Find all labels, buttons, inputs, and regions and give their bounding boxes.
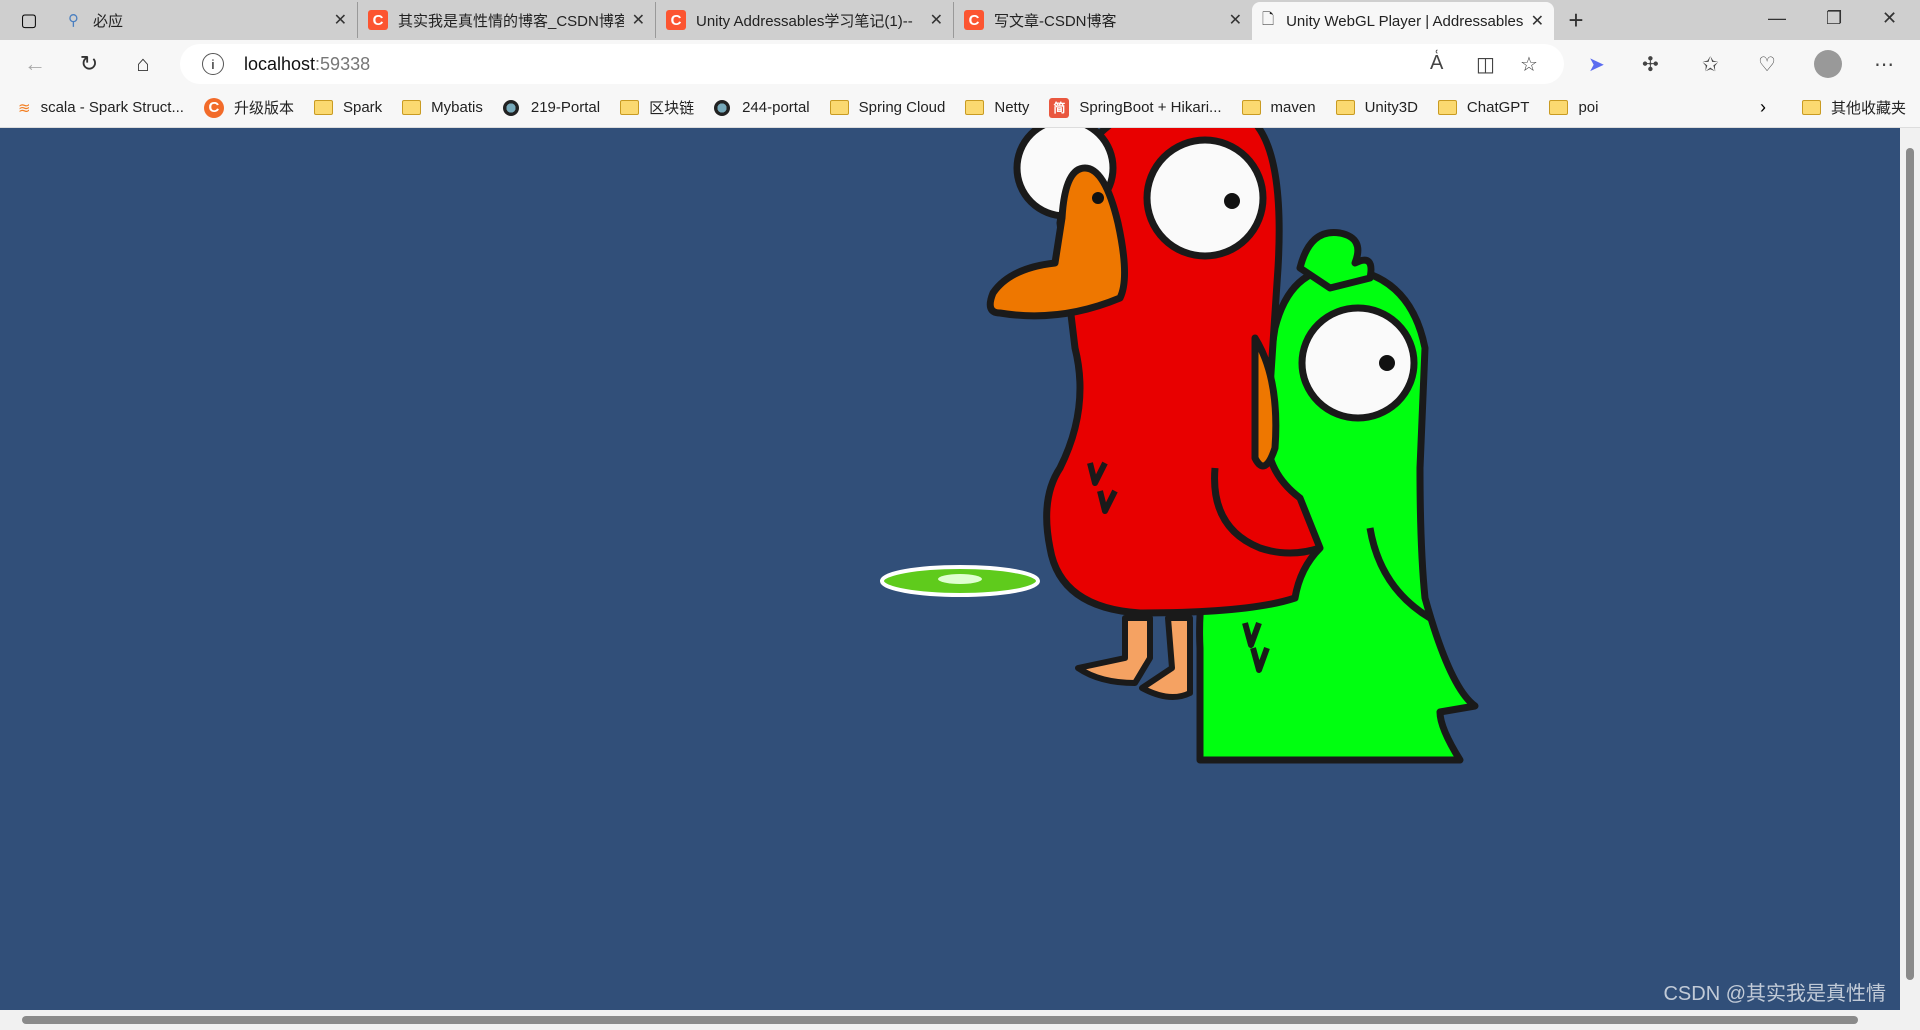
favorites-icon[interactable]: ✩ [1702, 52, 1719, 77]
folder-icon [829, 100, 849, 115]
home-button[interactable]: ⌂ [116, 51, 170, 77]
csdn-icon: C [964, 10, 984, 30]
page-icon: 🗋 [1262, 10, 1275, 28]
vertical-scrollbar[interactable] [1900, 128, 1920, 1010]
folder-icon [1437, 100, 1457, 115]
bookmark-item[interactable]: Mybatis [402, 99, 483, 116]
search-icon: ⚲ [68, 12, 79, 29]
close-icon[interactable]: ✕ [930, 10, 943, 30]
csdn-icon: C [203, 97, 224, 118]
folder-icon [1335, 100, 1355, 115]
bmw-icon [714, 99, 731, 116]
tab-csdn-blog[interactable]: C 其实我是真性情的博客_CSDN博客 ✕ [358, 2, 656, 38]
csdn-icon: C [666, 10, 686, 30]
extensions-icon[interactable]: ✣ [1642, 52, 1659, 77]
folder-icon [1549, 100, 1569, 115]
bookmark-item[interactable]: 244-portal [714, 99, 810, 116]
bookmark-item[interactable]: Unity3D [1335, 99, 1418, 116]
tab-bar: ▢ ⚲ 必应 ✕ C 其实我是真性情的博客_CSDN博客 ✕ C Unity Addres… [0, 0, 1920, 40]
folder-icon [620, 100, 640, 115]
other-bookmarks[interactable]: 其他收藏夹 [1802, 97, 1906, 118]
csdn-icon: C [368, 10, 388, 30]
read-aloud-icon[interactable]: A͑ [1430, 52, 1443, 75]
split-screen-icon[interactable]: ◫ [1476, 52, 1495, 77]
bookmarks-bar: ≋ scala - Spark Struct... C 升级版本 Spark Myb… [0, 88, 1920, 128]
unity-webgl-canvas[interactable]: CSDN @其实我是真性情 [0, 114, 1900, 1010]
folder-icon [965, 100, 985, 115]
jianshu-icon: 简 [1049, 97, 1070, 118]
bookmark-item[interactable]: poi [1549, 99, 1598, 116]
horizontal-scrollbar[interactable] [0, 1010, 1920, 1030]
close-icon[interactable]: ✕ [1531, 11, 1544, 31]
browser-essentials-icon[interactable]: ♡ [1758, 52, 1776, 77]
bookmark-item[interactable]: Spring Cloud [829, 99, 945, 116]
folder-icon [313, 100, 333, 115]
watermark: CSDN @其实我是真性情 [1663, 983, 1886, 1005]
folder-icon [1241, 100, 1261, 115]
bookmark-item[interactable]: maven [1241, 99, 1316, 116]
bookmark-item[interactable]: 区块链 [620, 97, 694, 118]
more-icon[interactable]: ⋯ [1874, 52, 1894, 77]
bookmark-item[interactable]: 219-Portal [502, 99, 600, 116]
folder-icon [402, 100, 422, 115]
game-scene [880, 114, 1479, 764]
bookmark-item[interactable]: Spark [313, 99, 382, 116]
tab-actions-icon[interactable]: ▢ [0, 0, 58, 40]
minimize-button[interactable]: — [1768, 8, 1786, 29]
add-favorite-icon[interactable]: ☆ [1520, 52, 1538, 77]
address-bar-row: ← ↻ ⌂ i localhost:59338 A͑ ◫ ☆ ➤ ✣ ✩ ♡ ⋯ [0, 40, 1920, 88]
tab-unity-webgl[interactable]: 🗋 Unity WebGL Player | Addressables ✕ [1252, 2, 1554, 40]
stackoverflow-icon: ≋ [18, 99, 31, 117]
bookmark-item[interactable]: 简 SpringBoot + Hikari... [1049, 97, 1222, 118]
bookmark-item[interactable]: C 升级版本 [203, 97, 294, 118]
new-tab-button[interactable]: + [1554, 0, 1598, 40]
vertical-scroll-thumb[interactable] [1906, 148, 1914, 980]
site-info-icon[interactable]: i [202, 53, 224, 75]
bookmark-item[interactable]: Netty [965, 99, 1029, 116]
close-icon[interactable]: ✕ [334, 10, 347, 30]
more-bookmarks-chevron-icon[interactable]: › [1760, 97, 1766, 118]
tab-unity-notes[interactable]: C Unity Addressables学习笔记(1)-- ✕ [656, 2, 954, 38]
bookmark-item[interactable]: ≋ scala - Spark Struct... [18, 99, 184, 117]
close-icon[interactable]: ✕ [1229, 10, 1242, 30]
extension-icon[interactable]: ➤ [1588, 52, 1605, 77]
close-window-button[interactable]: ✕ [1882, 8, 1897, 29]
reload-button[interactable]: ↻ [62, 51, 116, 77]
close-icon[interactable]: ✕ [632, 10, 645, 30]
back-button[interactable]: ← [8, 51, 62, 77]
restore-button[interactable]: ❐ [1826, 8, 1842, 29]
folder-icon [1802, 100, 1821, 115]
bookmark-item[interactable]: ChatGPT [1437, 99, 1529, 116]
avatar[interactable] [1814, 50, 1842, 78]
address-input[interactable]: i localhost:59338 A͑ ◫ ☆ [180, 44, 1564, 84]
tab-write-article[interactable]: C 写文章-CSDN博客 ✕ [954, 2, 1252, 38]
tab-bing[interactable]: ⚲ 必应 ✕ [58, 2, 358, 38]
bmw-icon [502, 99, 519, 116]
horizontal-scroll-thumb[interactable] [22, 1016, 1858, 1024]
